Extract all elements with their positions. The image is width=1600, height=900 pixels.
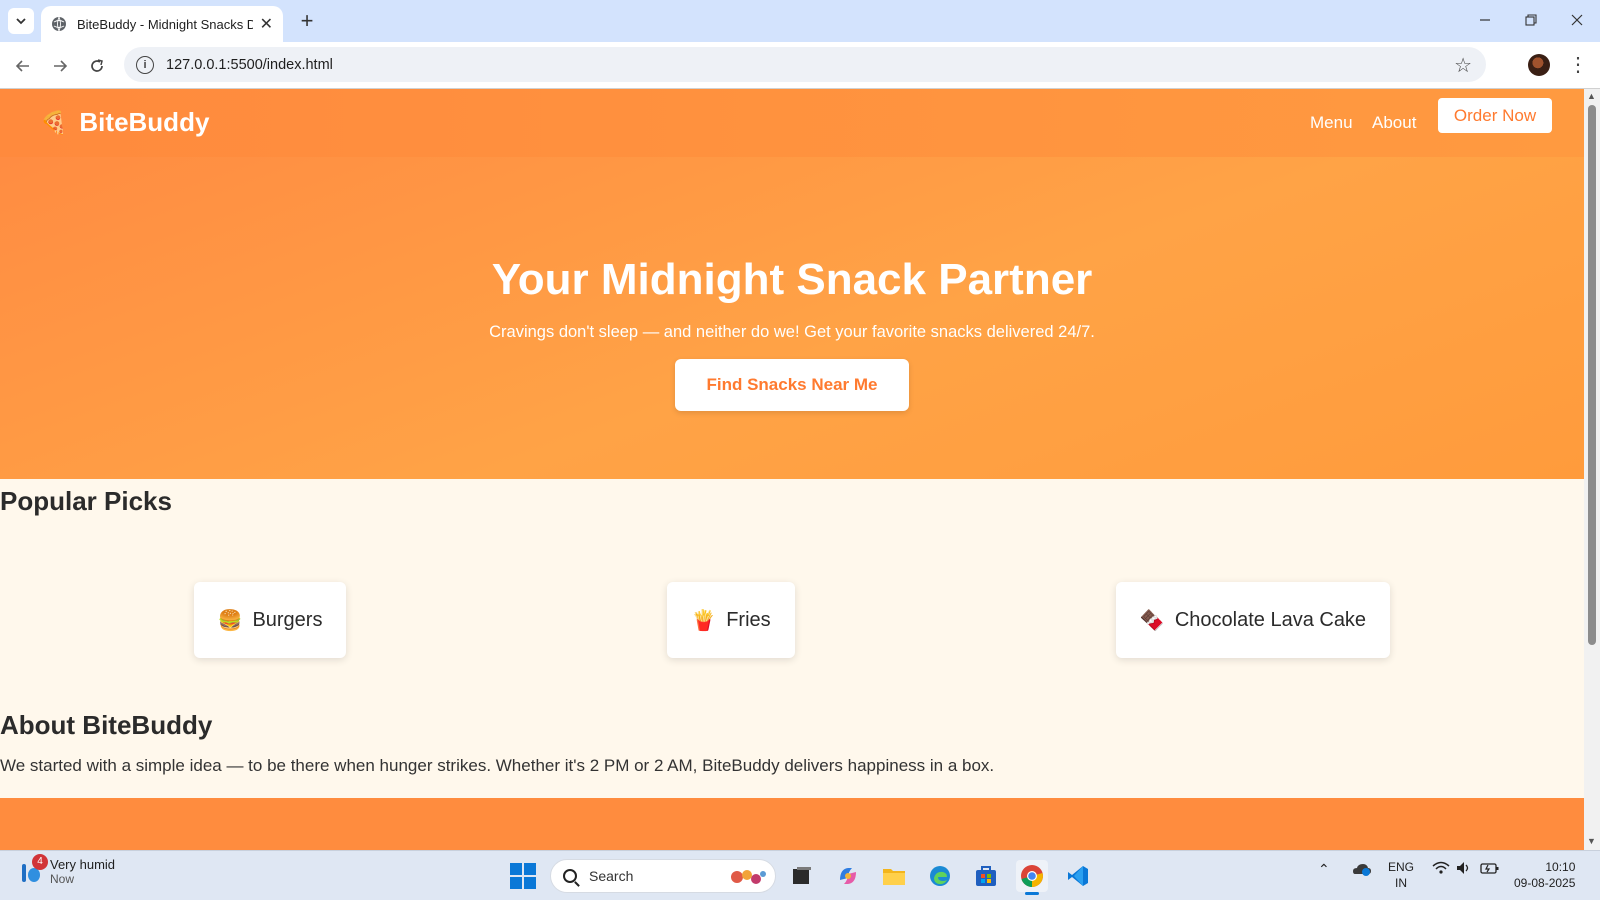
close-window-button[interactable] bbox=[1554, 6, 1600, 34]
pick-label: Burgers bbox=[252, 608, 323, 631]
clock-date: 09-08-2025 bbox=[1514, 876, 1576, 890]
file-explorer-icon[interactable] bbox=[878, 860, 910, 892]
nav-link-about[interactable]: About bbox=[1372, 113, 1416, 133]
minimize-icon bbox=[1480, 19, 1490, 21]
page-viewport: 🍕 BiteBuddy Menu About Order Now Your Mi… bbox=[0, 89, 1584, 850]
reload-button[interactable] bbox=[84, 53, 110, 79]
pick-label: Fries bbox=[726, 608, 771, 631]
microsoft-store-icon[interactable] bbox=[970, 860, 1002, 892]
volume-icon[interactable] bbox=[1456, 861, 1472, 878]
language-code: ENG bbox=[1388, 860, 1415, 874]
url-text[interactable]: 127.0.0.1:5500/index.html bbox=[166, 57, 333, 73]
site-header: 🍕 BiteBuddy Menu About Order Now bbox=[0, 89, 1584, 157]
close-icon bbox=[1571, 14, 1583, 26]
language-indicator[interactable]: ENG IN bbox=[1388, 859, 1414, 891]
battery-icon[interactable] bbox=[1480, 861, 1500, 878]
minimize-button[interactable] bbox=[1462, 6, 1508, 34]
edge-icon[interactable] bbox=[924, 860, 956, 892]
onedrive-icon[interactable] bbox=[1352, 861, 1372, 880]
new-tab-button[interactable]: + bbox=[294, 8, 320, 34]
browser-tab-active[interactable]: BiteBuddy - Midnight Snacks D ✕ bbox=[41, 6, 283, 42]
reload-icon bbox=[91, 59, 103, 72]
chocolate-icon: 🍫 bbox=[1139, 609, 1165, 632]
back-button[interactable] bbox=[10, 53, 36, 79]
browser-toolbar: i 127.0.0.1:5500/index.html ☆ ⋮ bbox=[0, 42, 1600, 89]
order-now-button[interactable]: Order Now bbox=[1438, 98, 1552, 133]
weather-condition: Very humid bbox=[50, 857, 116, 872]
page-scrollbar[interactable]: ▲ ▼ bbox=[1584, 89, 1600, 850]
address-bar[interactable]: i 127.0.0.1:5500/index.html ☆ bbox=[124, 47, 1486, 82]
hero-title: Your Midnight Snack Partner bbox=[491, 255, 1093, 304]
footer-band bbox=[0, 798, 1584, 850]
weather-widget[interactable]: 4 Very humid Now bbox=[18, 853, 116, 886]
scroll-up-icon[interactable]: ▲ bbox=[1587, 91, 1596, 101]
pick-card-fries[interactable]: 🍟 Fries bbox=[667, 582, 795, 658]
weather-time: Now bbox=[50, 872, 75, 886]
wifi-icon[interactable] bbox=[1432, 861, 1450, 878]
clock-time: 10:10 bbox=[1545, 860, 1576, 874]
search-label: Search bbox=[589, 868, 634, 884]
burger-icon: 🍔 bbox=[217, 609, 243, 632]
hero-section: Your Midnight Snack Partner Cravings don… bbox=[0, 157, 1584, 479]
copilot-icon[interactable] bbox=[832, 860, 864, 892]
pick-card-chocolate-lava-cake[interactable]: 🍫 Chocolate Lava Cake bbox=[1116, 582, 1390, 658]
tab-title: BiteBuddy - Midnight Snacks D bbox=[77, 16, 253, 32]
active-app-indicator bbox=[1025, 892, 1039, 895]
nav-link-menu[interactable]: Menu bbox=[1310, 113, 1353, 133]
notification-badge: 4 bbox=[32, 853, 48, 870]
windows-start-icon[interactable] bbox=[510, 863, 536, 889]
system-clock[interactable]: 10:10 09-08-2025 bbox=[1514, 859, 1575, 891]
popular-picks-title: Popular Picks bbox=[0, 486, 172, 516]
region-code: IN bbox=[1395, 876, 1407, 890]
tab-search-button[interactable] bbox=[8, 8, 34, 34]
arrow-right-icon bbox=[54, 60, 68, 72]
bookmark-star-icon[interactable]: ☆ bbox=[1454, 53, 1472, 78]
logo-text: BiteBuddy bbox=[79, 107, 210, 137]
chevron-up-icon[interactable]: ⌃ bbox=[1318, 861, 1330, 878]
forward-button[interactable] bbox=[47, 53, 73, 79]
taskbar: 4 Very humid Now Search ⌃ ENG IN 10:10 0… bbox=[0, 850, 1600, 900]
find-snacks-button[interactable]: Find Snacks Near Me bbox=[675, 359, 909, 411]
scroll-thumb[interactable] bbox=[1588, 105, 1596, 645]
about-title: About BiteBuddy bbox=[0, 710, 213, 740]
fries-icon: 🍟 bbox=[691, 609, 717, 632]
site-logo[interactable]: 🍕 BiteBuddy bbox=[40, 107, 209, 138]
search-highlight-icon bbox=[731, 870, 766, 884]
arrow-left-icon bbox=[15, 60, 29, 72]
pizza-icon: 🍕 bbox=[40, 109, 68, 135]
info-icon[interactable]: i bbox=[136, 55, 154, 74]
chevron-down-icon bbox=[16, 18, 26, 25]
chrome-icon[interactable] bbox=[1016, 860, 1048, 895]
vscode-icon[interactable] bbox=[1062, 860, 1094, 892]
pick-card-burgers[interactable]: 🍔 Burgers bbox=[194, 582, 346, 658]
restore-icon bbox=[1525, 14, 1537, 26]
scroll-down-icon[interactable]: ▼ bbox=[1587, 836, 1596, 846]
restore-button[interactable] bbox=[1508, 6, 1554, 34]
about-text: We started with a simple idea — to be th… bbox=[0, 756, 995, 775]
taskbar-search[interactable]: Search bbox=[550, 859, 776, 893]
hero-subtitle: Cravings don't sleep — and neither do we… bbox=[489, 323, 1095, 341]
profile-avatar[interactable] bbox=[1528, 54, 1550, 76]
close-icon[interactable]: ✕ bbox=[260, 14, 273, 34]
more-menu-icon[interactable]: ⋮ bbox=[1568, 52, 1588, 77]
search-icon bbox=[563, 869, 577, 883]
task-view-icon[interactable] bbox=[786, 860, 818, 892]
globe-icon bbox=[52, 16, 66, 32]
weather-icon: 4 bbox=[18, 853, 48, 886]
browser-tab-strip: BiteBuddy - Midnight Snacks D ✕ + bbox=[0, 0, 1600, 42]
pick-label: Chocolate Lava Cake bbox=[1174, 608, 1367, 631]
